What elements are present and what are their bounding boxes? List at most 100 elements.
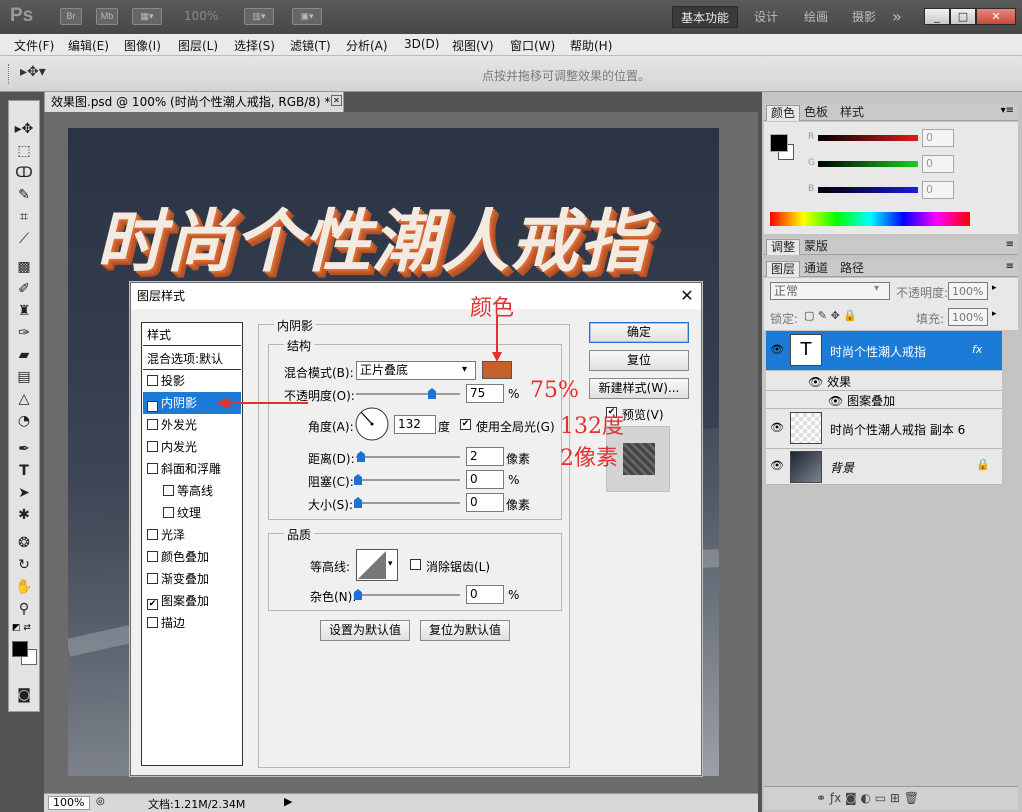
channel-g-value[interactable]: 0: [922, 155, 954, 173]
size-input[interactable]: 0: [466, 493, 504, 512]
quick-select-tool-icon[interactable]: ✎: [13, 185, 35, 205]
status-zoom[interactable]: 100%: [48, 796, 90, 810]
contour-dropdown-icon[interactable]: ▾: [388, 559, 393, 569]
layer-row-background[interactable]: 👁 背景 🔒: [766, 449, 1002, 485]
workspace-photography[interactable]: 摄影: [852, 6, 876, 28]
style-item-11[interactable]: 描边: [143, 612, 241, 634]
channel-g-slider[interactable]: [818, 161, 918, 167]
status-info-icon[interactable]: ◎: [96, 796, 105, 807]
style-item-checkbox[interactable]: [147, 573, 158, 584]
global-light-checkbox[interactable]: ✔: [460, 419, 471, 430]
quick-mask-icon[interactable]: ◙: [13, 685, 35, 705]
close-document-icon[interactable]: ✕: [331, 95, 342, 106]
menu-edit[interactable]: 编辑(E): [68, 37, 109, 54]
color-spectrum-bar[interactable]: [770, 212, 970, 226]
hand-tool-icon[interactable]: ✋: [13, 577, 35, 597]
eyedropper-tool-icon[interactable]: ⟋: [13, 229, 35, 249]
layer-footer-icons[interactable]: ⚭ ƒx ◙ ◐ ▭ ⊞ 🗑: [816, 791, 919, 805]
color-foreground-swatch[interactable]: [770, 134, 788, 152]
brush-tool-icon[interactable]: ✐: [13, 279, 35, 299]
blend-mode-select[interactable]: 正片叠底: [356, 361, 476, 380]
eraser-tool-icon[interactable]: ▰: [13, 345, 35, 365]
visibility-eye-icon[interactable]: 👁: [770, 421, 784, 434]
layer-row-copy6[interactable]: 👁 时尚个性潮人戒指 副本 6: [766, 409, 1002, 449]
blend-options-item[interactable]: 混合选项:默认: [143, 348, 241, 370]
tab-color[interactable]: 颜色: [766, 105, 801, 121]
crop-tool-icon[interactable]: ⌗: [13, 207, 35, 227]
tab-swatches[interactable]: 色板: [800, 105, 832, 121]
menu-analysis[interactable]: 分析(A): [346, 37, 388, 54]
menu-filter[interactable]: 滤镜(T): [290, 37, 331, 54]
lock-icons[interactable]: ▢ ✎ ✥ 🔒: [804, 309, 857, 322]
size-slider-track[interactable]: [356, 502, 460, 504]
default-colors-icon[interactable]: ◩ ⇄: [12, 623, 31, 633]
choke-slider-track[interactable]: [356, 479, 460, 481]
opacity-slider-track[interactable]: [356, 393, 460, 395]
layer-name[interactable]: 时尚个性潮人戒指 副本 6: [830, 421, 965, 438]
more-workspaces-icon[interactable]: »: [892, 6, 902, 28]
marquee-tool-icon[interactable]: ⬚: [13, 141, 35, 161]
new-style-button[interactable]: 新建样式(W)...: [589, 378, 689, 399]
visibility-eye-icon[interactable]: 👁: [770, 459, 784, 472]
effects-row[interactable]: 👁 效果: [766, 371, 1002, 391]
view-extras-icon[interactable]: ▦▾: [132, 8, 162, 25]
tab-paths[interactable]: 路径: [836, 261, 868, 277]
menu-image[interactable]: 图像(I): [124, 37, 161, 54]
channel-r-slider[interactable]: [818, 135, 918, 141]
path-selection-tool-icon[interactable]: ➤: [13, 483, 35, 503]
3d-rotate-tool-icon[interactable]: ❂: [13, 533, 35, 553]
style-item-0[interactable]: 投影: [143, 370, 241, 392]
style-item-checkbox[interactable]: [147, 551, 158, 562]
choke-input[interactable]: 0: [466, 470, 504, 489]
tab-styles[interactable]: 样式: [836, 105, 868, 121]
style-item-8[interactable]: 颜色叠加: [143, 546, 241, 568]
style-item-checkbox[interactable]: [163, 507, 174, 518]
styles-header[interactable]: 样式: [143, 324, 241, 346]
style-item-5[interactable]: 等高线: [143, 480, 241, 502]
style-item-checkbox[interactable]: [147, 375, 158, 386]
style-item-2[interactable]: 外发光: [143, 414, 241, 436]
style-item-checkbox[interactable]: [147, 529, 158, 540]
adjust-panel-menu-icon[interactable]: ≡: [1006, 239, 1014, 250]
noise-input[interactable]: 0: [466, 585, 504, 604]
layer-opacity-arrow-icon[interactable]: ▸: [992, 283, 997, 293]
healing-brush-tool-icon[interactable]: ▩: [13, 257, 35, 277]
visibility-eye-icon[interactable]: 👁: [770, 343, 784, 356]
style-item-6[interactable]: 纹理: [143, 502, 241, 524]
panel-menu-icon[interactable]: ▾≡: [1001, 105, 1014, 116]
mini-bridge-button[interactable]: Mb: [96, 8, 118, 25]
menu-help[interactable]: 帮助(H): [570, 37, 612, 54]
workspace-design[interactable]: 设计: [754, 6, 778, 28]
angle-dial[interactable]: [354, 406, 390, 442]
3d-orbit-tool-icon[interactable]: ↻: [13, 555, 35, 575]
opacity-input[interactable]: 75: [466, 384, 504, 403]
style-item-10[interactable]: ✔ 图案叠加: [143, 590, 241, 612]
type-tool-icon[interactable]: T: [13, 461, 35, 481]
layer-name[interactable]: 背景: [830, 459, 854, 476]
fill-input[interactable]: 100%: [948, 308, 988, 326]
maximize-button[interactable]: □: [950, 8, 976, 25]
noise-slider-track[interactable]: [356, 594, 460, 596]
layer-row-text[interactable]: 👁 T 时尚个性潮人戒指 fx: [766, 331, 1002, 371]
contour-picker[interactable]: ▾: [356, 549, 398, 581]
channel-b-value[interactable]: 0: [922, 181, 954, 199]
layers-panel-menu-icon[interactable]: ≡: [1006, 261, 1014, 272]
status-menu-arrow-icon[interactable]: ▶: [284, 795, 292, 808]
distance-slider-track[interactable]: [356, 456, 460, 458]
reset-default-button[interactable]: 复位为默认值: [420, 620, 510, 641]
blend-mode-dropdown-icon[interactable]: ▾: [462, 364, 467, 375]
tab-masks[interactable]: 蒙版: [800, 239, 832, 255]
layer-name[interactable]: 时尚个性潮人戒指: [830, 343, 926, 360]
menu-file[interactable]: 文件(F): [14, 37, 54, 54]
minimize-button[interactable]: _: [924, 8, 950, 25]
style-item-9[interactable]: 渐变叠加: [143, 568, 241, 590]
lasso-tool-icon[interactable]: ↀ: [13, 163, 35, 183]
channel-r-value[interactable]: 0: [922, 129, 954, 147]
style-item-checkbox[interactable]: [147, 617, 158, 628]
document-tab[interactable]: 效果图.psd @ 100% (时尚个性潮人戒指, RGB/8) * ✕: [44, 91, 344, 112]
distance-input[interactable]: 2: [466, 447, 504, 466]
bridge-button[interactable]: Br: [60, 8, 82, 25]
screen-mode-icon[interactable]: ▣▾: [292, 8, 322, 25]
menu-view[interactable]: 视图(V): [452, 37, 494, 54]
angle-input[interactable]: 132: [394, 415, 436, 434]
